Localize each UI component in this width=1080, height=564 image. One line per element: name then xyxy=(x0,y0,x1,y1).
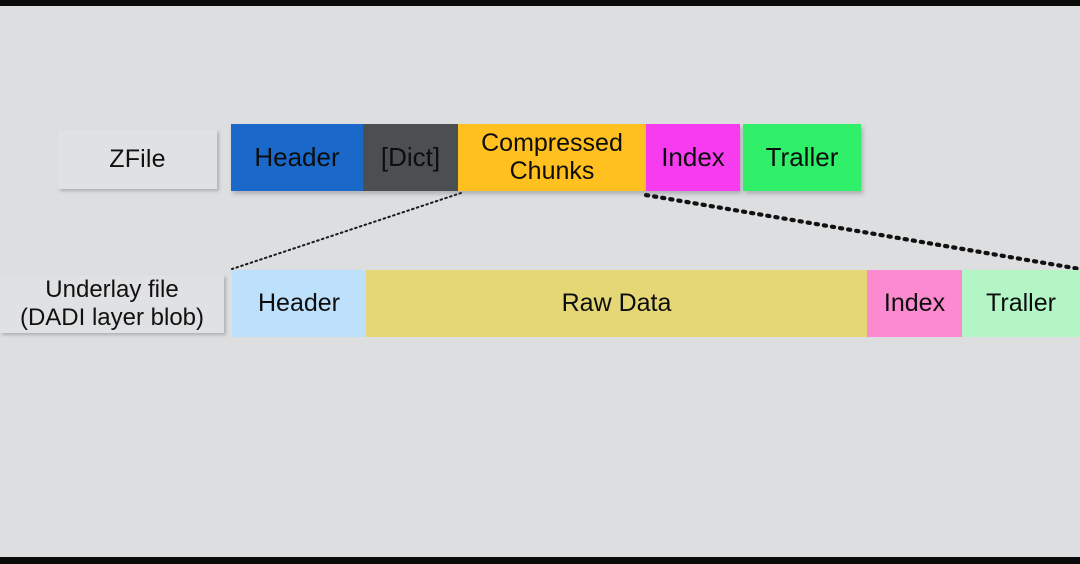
zfile-chunks-line-2: Chunks xyxy=(509,156,595,185)
underlay-segment-index[interactable]: Index xyxy=(867,270,962,337)
connector-left-dotted-line xyxy=(231,192,462,270)
top-letterbox-bar xyxy=(0,0,1080,6)
underlay-segment-header-label: Header xyxy=(258,288,340,317)
zfile-segment-header[interactable]: Header xyxy=(231,124,363,191)
underlay-label-line-2: (DADI layer blob) xyxy=(19,304,205,331)
underlay-label-line-1: Underlay file xyxy=(45,275,179,303)
bottom-letterbox-bar xyxy=(0,557,1080,564)
underlay-segment-index-label: Index xyxy=(883,288,946,317)
zfile-segment-compressed-chunks[interactable]: Compressed Chunks xyxy=(458,124,646,191)
zfile-segment-dict-label: [Dict] xyxy=(380,142,441,173)
diagram-canvas: ZFile Header [Dict] Compressed Chunks In… xyxy=(0,0,1080,564)
zfile-segment-index[interactable]: Index xyxy=(646,124,740,191)
zfile-segment-traller-label: Traller xyxy=(765,142,839,173)
zfile-segment-chunks-label: Compressed Chunks xyxy=(481,129,623,185)
zfile-segment-header-label: Header xyxy=(254,142,340,173)
zfile-row-label: ZFile xyxy=(58,130,217,189)
underlay-segment-traller-label: Traller xyxy=(986,288,1056,317)
underlay-segment-traller[interactable]: Traller xyxy=(962,270,1080,337)
zfile-segment-traller[interactable]: Traller xyxy=(743,124,861,191)
connector-right-dotted-line xyxy=(643,192,1080,272)
zfile-segment-dict[interactable]: [Dict] xyxy=(363,124,458,191)
underlay-segment-raw-data-label: Raw Data xyxy=(561,288,672,317)
underlay-row-label: Underlay file (DADI layer blob) xyxy=(0,275,224,333)
zfile-label-text: ZFile xyxy=(109,145,166,173)
zfile-segment-index-label: Index xyxy=(661,142,725,173)
underlay-segment-header[interactable]: Header xyxy=(232,270,366,337)
underlay-segment-raw-data[interactable]: Raw Data xyxy=(366,270,867,337)
zfile-chunks-line-1: Compressed xyxy=(481,129,623,157)
